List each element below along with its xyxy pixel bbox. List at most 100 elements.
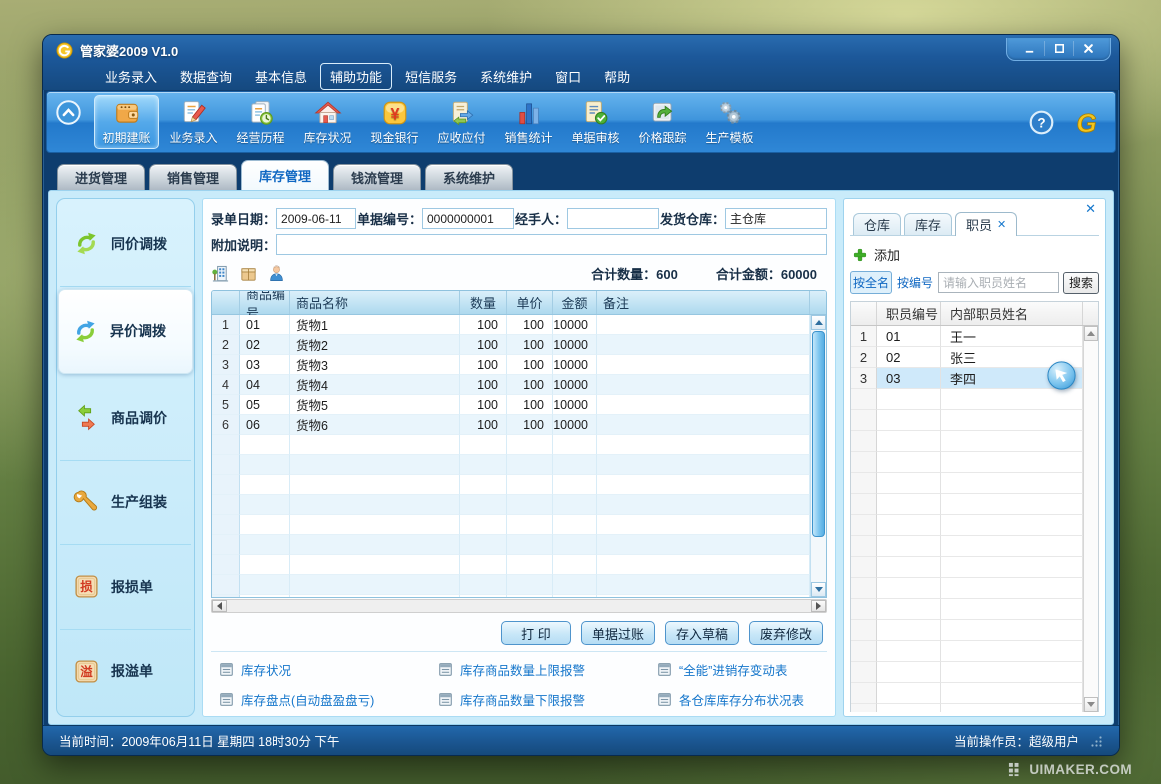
tab-库存管理[interactable]: 库存管理 — [241, 160, 329, 190]
sidebar-item-同价调拨[interactable]: 同价调拨 — [60, 202, 191, 287]
quick-link[interactable]: 库存商品数量上限报警 — [438, 660, 657, 679]
quick-link[interactable]: 库存状况 — [219, 660, 438, 679]
tab-系统维护[interactable]: 系统维护 — [425, 164, 513, 190]
menu-item-短信服务[interactable]: 短信服务 — [395, 63, 467, 90]
employee-row[interactable]: 101王一 — [851, 326, 1098, 347]
note-input[interactable] — [276, 234, 827, 255]
action-button-单据过账[interactable]: 单据过账 — [581, 621, 655, 645]
sidebar-item-异价调拨[interactable]: 异价调拨 — [58, 289, 193, 375]
employee-row[interactable] — [851, 641, 1098, 662]
employee-row[interactable] — [851, 578, 1098, 599]
table-row[interactable]: 303货物310010010000 — [212, 355, 826, 375]
collapse-toolbar-button[interactable] — [55, 99, 82, 126]
quick-link[interactable]: 各仓库库存分布状况表 — [657, 690, 819, 709]
sidebar-item-报损单[interactable]: 损报损单 — [60, 545, 191, 630]
action-button-打印[interactable]: 打 印 — [501, 621, 571, 645]
menu-item-数据查询[interactable]: 数据查询 — [170, 63, 242, 90]
employee-row[interactable] — [851, 557, 1098, 578]
search-button[interactable]: 搜索 — [1063, 272, 1099, 294]
employee-scroll-down-button[interactable] — [1084, 697, 1098, 712]
quick-link[interactable]: “全能”进销存变动表 — [657, 660, 819, 679]
right-tab-仓库[interactable]: 仓库 — [853, 213, 901, 235]
toolbar-item-业务录入[interactable]: 业务录入 — [161, 95, 226, 149]
tab-销售管理[interactable]: 销售管理 — [149, 164, 237, 190]
search-by-name-toggle[interactable]: 按全名 — [850, 271, 892, 294]
table-row[interactable]: 404货物410010010000 — [212, 375, 826, 395]
menu-item-窗口[interactable]: 窗口 — [545, 63, 591, 90]
resize-grip[interactable] — [1089, 734, 1103, 748]
field-input[interactable] — [725, 208, 827, 229]
tab-进货管理[interactable]: 进货管理 — [57, 164, 145, 190]
table-row[interactable] — [212, 495, 826, 515]
toolbar-item-销售统计[interactable]: 销售统计 — [496, 95, 561, 149]
employee-row[interactable] — [851, 473, 1098, 494]
toolbar-item-价格跟踪[interactable]: 价格跟踪 — [630, 95, 695, 149]
toolbar-item-初期建账[interactable]: 初期建账 — [94, 95, 159, 149]
employee-row[interactable] — [851, 599, 1098, 620]
employee-row[interactable] — [851, 452, 1098, 473]
menu-item-帮助[interactable]: 帮助 — [594, 63, 640, 90]
scrollbar-thumb[interactable] — [812, 331, 825, 537]
right-tab-职员[interactable]: 职员✕ — [955, 212, 1017, 236]
field-input[interactable] — [276, 208, 356, 229]
employee-icon[interactable] — [267, 264, 286, 283]
tab-钱流管理[interactable]: 钱流管理 — [333, 164, 421, 190]
sidebar-item-商品调价[interactable]: 商品调价 — [60, 376, 191, 461]
toolbar-item-库存状况[interactable]: 库存状况 — [295, 95, 360, 149]
scroll-up-button[interactable] — [811, 315, 826, 330]
table-row[interactable] — [212, 435, 826, 455]
table-row[interactable]: 505货物510010010000 — [212, 395, 826, 415]
maximize-button[interactable] — [1044, 41, 1073, 56]
menu-item-基本信息[interactable]: 基本信息 — [245, 63, 317, 90]
table-row[interactable]: 606货物610010010000 — [212, 415, 826, 435]
employee-row[interactable] — [851, 515, 1098, 536]
menu-item-业务录入[interactable]: 业务录入 — [95, 63, 167, 90]
employee-scrollbar[interactable] — [1083, 326, 1098, 712]
toolbar-item-生产模板[interactable]: 生产模板 — [697, 95, 762, 149]
action-button-存入草稿[interactable]: 存入草稿 — [665, 621, 739, 645]
panel-close-icon[interactable]: ✕ — [1085, 201, 1096, 217]
close-button[interactable] — [1073, 41, 1102, 56]
employee-row[interactable] — [851, 389, 1098, 410]
employee-row[interactable] — [851, 620, 1098, 641]
scroll-down-button[interactable] — [811, 582, 826, 597]
tab-close-icon[interactable]: ✕ — [997, 218, 1006, 231]
warehouse-icon[interactable] — [211, 264, 230, 283]
field-input[interactable] — [567, 208, 659, 229]
help-button[interactable]: ? — [1028, 109, 1055, 136]
scroll-left-button[interactable] — [212, 600, 227, 612]
table-row[interactable] — [212, 575, 826, 595]
employee-row[interactable] — [851, 536, 1098, 557]
add-button[interactable]: 添加 — [850, 236, 1099, 271]
employee-row[interactable] — [851, 683, 1098, 704]
table-row[interactable] — [212, 535, 826, 555]
vertical-scrollbar[interactable] — [810, 315, 826, 597]
table-row[interactable] — [212, 475, 826, 495]
employee-row[interactable] — [851, 494, 1098, 515]
quick-link[interactable]: 库存盘点(自动盘盈盘亏) — [219, 690, 438, 709]
right-tab-库存[interactable]: 库存 — [904, 213, 952, 235]
toolbar-item-现金银行[interactable]: ¥现金银行 — [362, 95, 427, 149]
horizontal-scrollbar[interactable] — [211, 599, 827, 613]
employee-row[interactable] — [851, 431, 1098, 452]
table-row[interactable]: 202货物210010010000 — [212, 335, 826, 355]
table-row[interactable] — [212, 555, 826, 575]
quick-link[interactable]: 库存商品数量下限报警 — [438, 690, 657, 709]
table-row[interactable]: 101货物110010010000 — [212, 315, 826, 335]
employee-scroll-up-button[interactable] — [1084, 326, 1098, 341]
action-button-废弃修改[interactable]: 废弃修改 — [749, 621, 823, 645]
goods-icon[interactable] — [239, 264, 258, 283]
menu-item-系统维护[interactable]: 系统维护 — [470, 63, 542, 90]
employee-row[interactable] — [851, 704, 1098, 712]
table-row[interactable] — [212, 515, 826, 535]
employee-row[interactable] — [851, 662, 1098, 683]
minimize-button[interactable] — [1015, 41, 1044, 56]
sidebar-item-生产组装[interactable]: 生产组装 — [60, 461, 191, 546]
toolbar-item-应收应付[interactable]: 应收应付 — [429, 95, 494, 149]
employee-row[interactable] — [851, 410, 1098, 431]
toolbar-item-单据审核[interactable]: 单据审核 — [563, 95, 628, 149]
toolbar-item-经营历程[interactable]: 经营历程 — [228, 95, 293, 149]
search-by-code-toggle[interactable]: 按编号 — [896, 272, 934, 293]
table-row[interactable] — [212, 595, 826, 597]
table-row[interactable] — [212, 455, 826, 475]
